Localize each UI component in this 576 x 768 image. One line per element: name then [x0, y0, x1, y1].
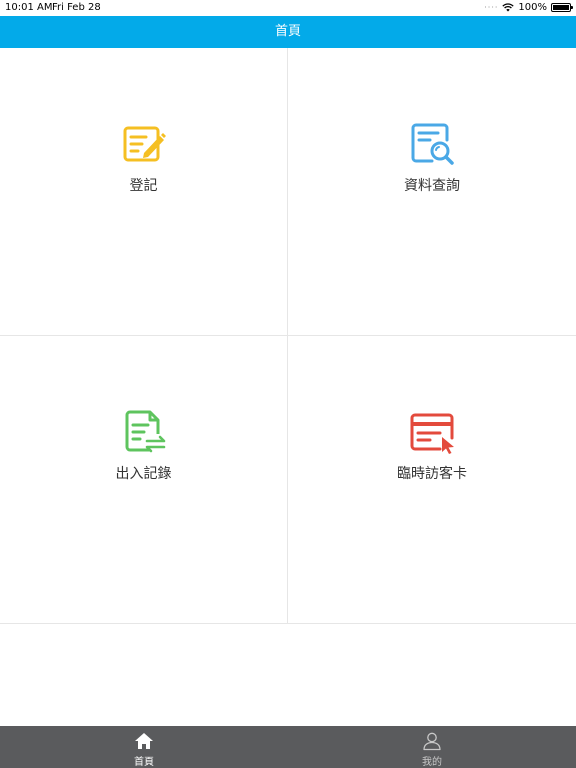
tile-label: 資料查詢: [404, 178, 460, 194]
wifi-icon: [502, 3, 515, 12]
status-time: 10:01 AM: [5, 2, 53, 13]
tile-entry-exit-record[interactable]: 出入記錄: [0, 336, 288, 624]
cellular-signal-icon: ····: [484, 3, 499, 12]
tile-label: 臨時訪客卡: [397, 466, 467, 482]
tab-bar: 首頁 我的: [0, 726, 576, 768]
status-right: ···· 100%: [484, 2, 573, 13]
page-title: 首頁: [274, 24, 301, 39]
entry-exit-record-icon: [125, 410, 165, 453]
battery-icon: [551, 3, 573, 12]
tab-label: 我的: [422, 757, 442, 768]
nav-bar: 首頁: [0, 16, 576, 48]
battery-percent: 100%: [518, 2, 547, 13]
tab-home[interactable]: 首頁: [0, 726, 288, 768]
tile-label: 登記: [129, 178, 158, 194]
tab-profile[interactable]: 我的: [288, 726, 576, 768]
status-date: Fri Feb 28: [52, 2, 101, 13]
visitor-card-icon: [410, 413, 454, 454]
tile-register[interactable]: 登記: [0, 48, 288, 336]
profile-icon: [423, 732, 441, 751]
register-edit-icon: [123, 126, 166, 162]
home-icon: [135, 733, 153, 749]
tab-label: 首頁: [134, 757, 154, 768]
tile-visitor-card[interactable]: 臨時訪客卡: [288, 336, 576, 624]
menu-grid: 登記 資料查詢 出入記錄 臨時訪客卡: [0, 48, 576, 624]
status-bar: 10:01 AM Fri Feb 28 ···· 100%: [0, 0, 576, 16]
battery-fill: [553, 5, 569, 10]
tile-data-search[interactable]: 資料查詢: [288, 48, 576, 336]
tile-label: 出入記錄: [115, 466, 172, 482]
data-search-icon: [411, 123, 454, 165]
